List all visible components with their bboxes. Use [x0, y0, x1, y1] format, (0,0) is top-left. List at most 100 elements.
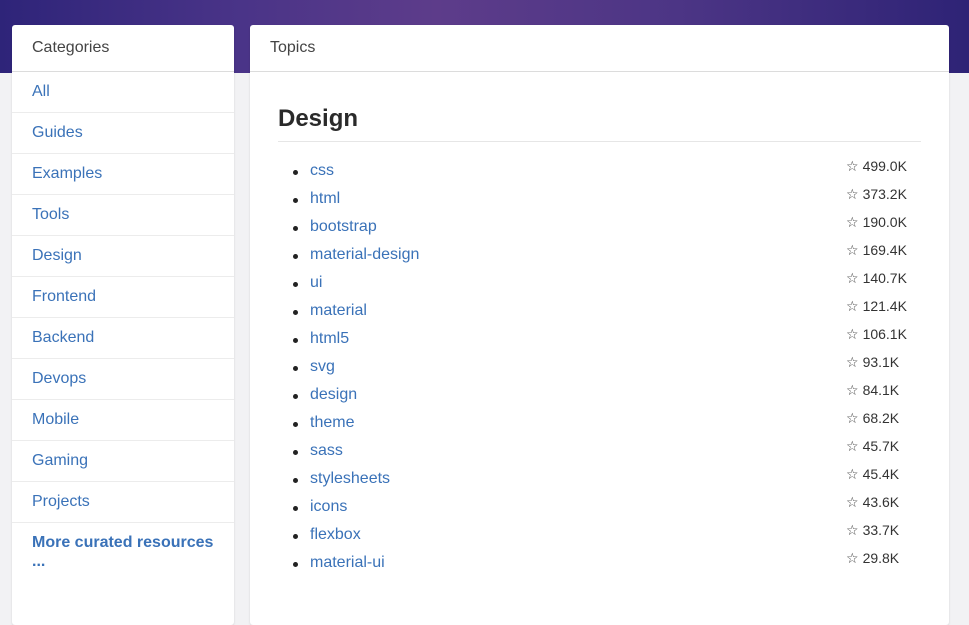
star-count: ☆ 169.4K [846, 242, 921, 258]
bullet [293, 422, 298, 427]
topics-body: Design css ☆ 499.0K html ☆ 373.2K bootstra… [250, 72, 949, 578]
topic-link[interactable]: theme [310, 414, 354, 432]
topic-link[interactable]: svg [310, 358, 335, 376]
star-count-value: 499.0K [862, 158, 907, 174]
star-outline-icon: ☆ [846, 354, 859, 370]
bullet [293, 534, 298, 539]
star-count-value: 68.2K [862, 410, 900, 426]
category-item-all[interactable]: All [12, 72, 234, 113]
bullet [293, 198, 298, 203]
topic-link[interactable]: flexbox [310, 526, 361, 544]
bullet [293, 506, 298, 511]
star-count: ☆ 84.1K [846, 382, 921, 398]
categories-panel: Categories All Guides Examples Tools Des… [12, 25, 234, 625]
star-count-value: 43.6K [862, 494, 900, 510]
star-count: ☆ 190.0K [846, 214, 921, 230]
star-count-value: 93.1K [862, 354, 900, 370]
topic-row: html ☆ 373.2K [278, 186, 921, 214]
star-outline-icon: ☆ [846, 466, 859, 482]
star-count: ☆ 140.7K [846, 270, 921, 286]
star-count-value: 45.4K [862, 466, 900, 482]
bullet [293, 226, 298, 231]
category-item-design[interactable]: Design [12, 236, 234, 277]
bullet [293, 450, 298, 455]
bullet [293, 310, 298, 315]
star-count-value: 106.1K [862, 326, 907, 342]
topic-link[interactable]: icons [310, 498, 347, 516]
topic-link[interactable]: material-design [310, 246, 419, 264]
star-count-value: 29.8K [862, 550, 900, 566]
category-item-frontend[interactable]: Frontend [12, 277, 234, 318]
category-item-mobile[interactable]: Mobile [12, 400, 234, 441]
topic-link[interactable]: material-ui [310, 554, 385, 572]
star-outline-icon: ☆ [846, 494, 859, 510]
star-count-value: 45.7K [862, 438, 900, 454]
topic-row: material-ui ☆ 29.8K [278, 550, 921, 578]
star-count-value: 84.1K [862, 382, 900, 398]
topic-row: design ☆ 84.1K [278, 382, 921, 410]
section-title: Design [278, 72, 921, 142]
star-outline-icon: ☆ [846, 550, 859, 566]
topic-row: theme ☆ 68.2K [278, 410, 921, 438]
category-item-examples[interactable]: Examples [12, 154, 234, 195]
topic-row: bootstrap ☆ 190.0K [278, 214, 921, 242]
star-outline-icon: ☆ [846, 270, 859, 286]
topic-row: material ☆ 121.4K [278, 298, 921, 326]
star-outline-icon: ☆ [846, 298, 859, 314]
star-count: ☆ 33.7K [846, 522, 921, 538]
topic-link[interactable]: sass [310, 442, 343, 460]
star-count-value: 373.2K [862, 186, 907, 202]
star-outline-icon: ☆ [846, 326, 859, 342]
bullet [293, 478, 298, 483]
topic-row: flexbox ☆ 33.7K [278, 522, 921, 550]
star-outline-icon: ☆ [846, 214, 859, 230]
more-resources-ellipsis: ... [32, 553, 46, 570]
category-item-projects[interactable]: Projects [12, 482, 234, 523]
topic-link[interactable]: material [310, 302, 367, 320]
categories-header: Categories [12, 25, 234, 72]
category-item-tools[interactable]: Tools [12, 195, 234, 236]
topic-link[interactable]: html5 [310, 330, 349, 348]
topic-link[interactable]: html [310, 190, 340, 208]
star-count-value: 190.0K [862, 214, 907, 230]
star-count: ☆ 45.4K [846, 466, 921, 482]
categories-list: All Guides Examples Tools Design Fronten… [12, 72, 234, 523]
topic-link[interactable]: ui [310, 274, 322, 292]
topic-link[interactable]: design [310, 386, 357, 404]
star-outline-icon: ☆ [846, 186, 859, 202]
topic-link[interactable]: stylesheets [310, 470, 390, 488]
bullet [293, 282, 298, 287]
category-item-devops[interactable]: Devops [12, 359, 234, 400]
star-count-value: 121.4K [862, 298, 907, 314]
star-count: ☆ 45.7K [846, 438, 921, 454]
star-count-value: 33.7K [862, 522, 900, 538]
topic-row: html5 ☆ 106.1K [278, 326, 921, 354]
star-count: ☆ 373.2K [846, 186, 921, 202]
bullet [293, 338, 298, 343]
star-count: ☆ 499.0K [846, 158, 921, 174]
topic-row: sass ☆ 45.7K [278, 438, 921, 466]
topic-row: ui ☆ 140.7K [278, 270, 921, 298]
star-outline-icon: ☆ [846, 410, 859, 426]
topic-row: material-design ☆ 169.4K [278, 242, 921, 270]
category-item-gaming[interactable]: Gaming [12, 441, 234, 482]
star-count-value: 169.4K [862, 242, 907, 258]
star-count: ☆ 106.1K [846, 326, 921, 342]
topics-header: Topics [250, 25, 949, 72]
more-resources-label: More curated resources [32, 534, 214, 551]
star-outline-icon: ☆ [846, 242, 859, 258]
star-count: ☆ 68.2K [846, 410, 921, 426]
bullet [293, 394, 298, 399]
bullet [293, 366, 298, 371]
topic-link[interactable]: bootstrap [310, 218, 377, 236]
category-item-guides[interactable]: Guides [12, 113, 234, 154]
topic-link[interactable]: css [310, 162, 334, 180]
category-item-backend[interactable]: Backend [12, 318, 234, 359]
star-count: ☆ 121.4K [846, 298, 921, 314]
star-count: ☆ 29.8K [846, 550, 921, 566]
star-outline-icon: ☆ [846, 522, 859, 538]
star-count: ☆ 43.6K [846, 494, 921, 510]
star-count-value: 140.7K [862, 270, 907, 286]
more-resources-link[interactable]: More curated resources ... [12, 523, 234, 571]
star-outline-icon: ☆ [846, 382, 859, 398]
